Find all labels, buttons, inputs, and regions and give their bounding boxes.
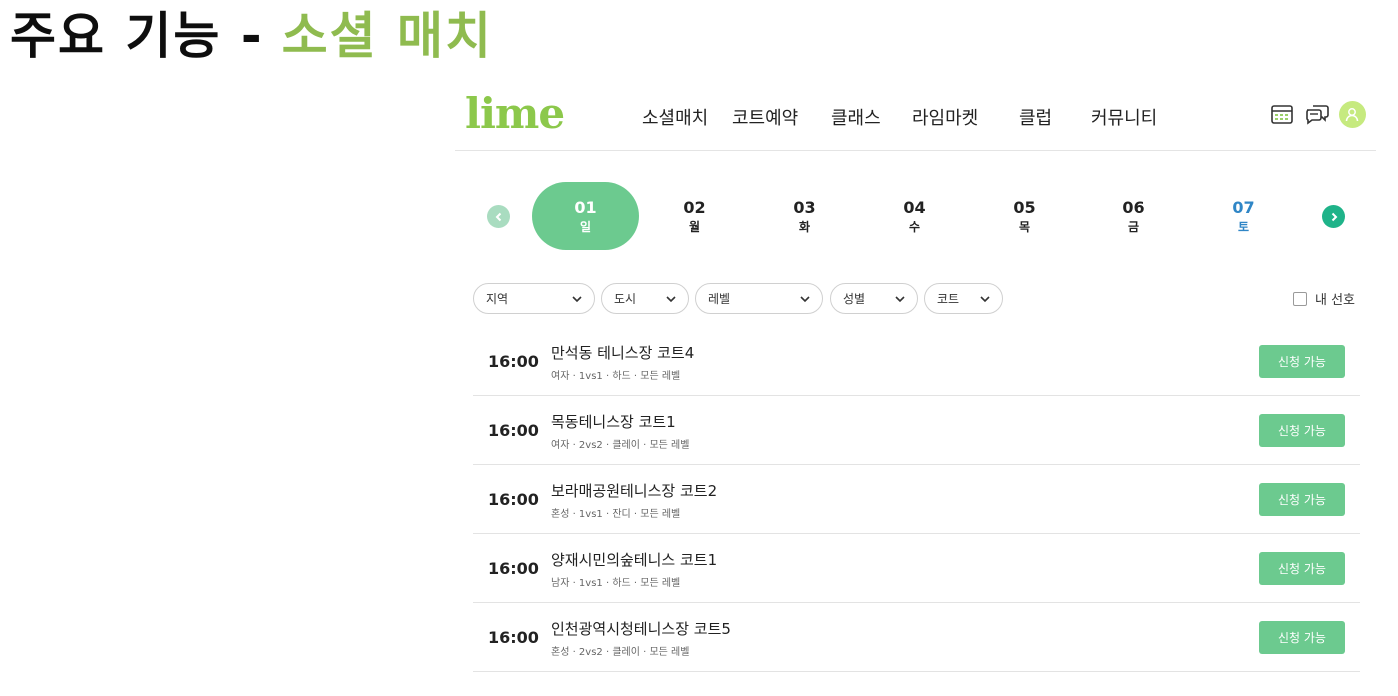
menu-club[interactable]: 클럽 (1019, 104, 1052, 130)
date-weekday: 목 (1018, 220, 1031, 234)
match-details: 남자 · 1vs1 · 하드 · 모든 레벨 (551, 578, 681, 589)
chevron-down-icon (980, 296, 990, 303)
court-name: 목동테니스장 코트1 (551, 413, 676, 431)
date-number: 07 (1232, 198, 1255, 217)
chevron-down-icon (666, 296, 676, 303)
chevron-down-icon (800, 296, 810, 303)
prev-week-button[interactable] (487, 205, 510, 228)
date-number: 03 (793, 198, 816, 217)
court-name: 보라매공원테니스장 코트2 (551, 482, 718, 500)
chevron-left-icon (495, 212, 501, 221)
date-selector: 01 일 02 월 03 화 04 수 05 목 06 금 07 토 (455, 182, 1376, 250)
headline-highlight: 소셜 매치 (281, 7, 493, 65)
date-number: 04 (903, 198, 926, 217)
filter-label: 도시 (614, 292, 637, 306)
chat-icon[interactable] (1303, 100, 1331, 128)
court-name: 양재시민의숲테니스 코트1 (551, 551, 718, 569)
top-nav: lime 소셜매치 코트예약 클래스 라임마켓 클럽 커뮤니티 (455, 80, 1376, 151)
menu-court-booking[interactable]: 코트예약 (732, 104, 798, 130)
filter-region[interactable]: 지역 (473, 283, 595, 314)
app-frame: lime 소셜매치 코트예약 클래스 라임마켓 클럽 커뮤니티 01 일 02 … (455, 80, 1376, 696)
filter-court[interactable]: 코트 (924, 283, 1003, 314)
court-name: 인천광역시청테니스장 코트5 (551, 620, 731, 638)
match-time: 16:00 (488, 352, 539, 371)
list-item[interactable]: 16:00 목동테니스장 코트1 여자 · 2vs2 · 클레이 · 모든 레벨… (473, 396, 1360, 465)
list-item[interactable]: 16:00 보라매공원테니스장 코트2 혼성 · 1vs1 · 잔디 · 모든 … (473, 465, 1360, 534)
match-details: 여자 · 1vs1 · 하드 · 모든 레벨 (551, 371, 681, 382)
apply-button[interactable]: 신청 가능 (1259, 345, 1345, 378)
date-number: 06 (1122, 198, 1145, 217)
match-details: 여자 · 2vs2 · 클레이 · 모든 레벨 (551, 440, 690, 451)
date-weekday: 일 (579, 220, 592, 234)
filter-label: 지역 (486, 292, 509, 306)
apply-button[interactable]: 신청 가능 (1259, 483, 1345, 516)
date-item-07[interactable]: 07 토 (1190, 182, 1297, 250)
court-name: 만석동 테니스장 코트4 (551, 344, 695, 362)
date-weekday: 화 (798, 220, 811, 234)
menu-community[interactable]: 커뮤니티 (1091, 104, 1157, 130)
date-number: 01 (574, 198, 597, 217)
preference-checkbox[interactable] (1292, 291, 1307, 306)
date-number: 05 (1013, 198, 1036, 217)
filter-city[interactable]: 도시 (601, 283, 689, 314)
match-list: 16:00 만석동 테니스장 코트4 여자 · 1vs1 · 하드 · 모든 레… (473, 327, 1360, 672)
match-time: 16:00 (488, 559, 539, 578)
chevron-right-icon (1331, 212, 1337, 221)
match-details: 혼성 · 1vs1 · 잔디 · 모든 레벨 (551, 509, 681, 520)
filter-level[interactable]: 레벨 (695, 283, 823, 314)
nav-icon-group (1261, 100, 1366, 128)
headline-prefix: 주요 기능 - (10, 7, 264, 65)
filter-label: 성별 (843, 292, 866, 306)
date-item-05[interactable]: 05 목 (971, 182, 1078, 250)
chevron-down-icon (572, 296, 582, 303)
avatar-icon[interactable] (1338, 100, 1366, 128)
date-item-04[interactable]: 04 수 (861, 182, 968, 250)
match-time: 16:00 (488, 421, 539, 440)
date-weekday: 금 (1127, 220, 1140, 234)
calendar-icon[interactable] (1268, 100, 1296, 128)
list-item[interactable]: 16:00 양재시민의숲테니스 코트1 남자 · 1vs1 · 하드 · 모든 … (473, 534, 1360, 603)
match-time: 16:00 (488, 628, 539, 647)
filter-gender[interactable]: 성별 (830, 283, 918, 314)
apply-button[interactable]: 신청 가능 (1259, 414, 1345, 447)
lime-logo[interactable]: lime (465, 89, 565, 138)
date-item-02[interactable]: 02 월 (641, 182, 748, 250)
chevron-down-icon (895, 296, 905, 303)
date-weekday: 수 (908, 220, 921, 234)
date-weekday: 월 (688, 220, 701, 234)
list-item[interactable]: 16:00 만석동 테니스장 코트4 여자 · 1vs1 · 하드 · 모든 레… (473, 327, 1360, 396)
page-headline: 주요 기능 - 소셜 매치 (10, 2, 493, 65)
date-item-01[interactable]: 01 일 (532, 182, 639, 250)
match-time: 16:00 (488, 490, 539, 509)
next-week-button[interactable] (1322, 205, 1345, 228)
preference-label: 내 선호 (1314, 293, 1355, 308)
date-number: 02 (683, 198, 706, 217)
filter-label: 코트 (937, 292, 960, 306)
filter-label: 레벨 (708, 292, 731, 306)
my-preference-toggle[interactable]: 내 선호 (1292, 289, 1355, 308)
date-item-03[interactable]: 03 화 (751, 182, 858, 250)
menu-social-match[interactable]: 소셜매치 (642, 104, 708, 130)
match-details: 혼성 · 2vs2 · 클레이 · 모든 레벨 (551, 647, 690, 658)
date-weekday: 토 (1237, 220, 1250, 234)
menu-lime-market[interactable]: 라임마켓 (912, 104, 978, 130)
apply-button[interactable]: 신청 가능 (1259, 621, 1345, 654)
menu-class[interactable]: 클래스 (831, 104, 881, 130)
date-item-06[interactable]: 06 금 (1080, 182, 1187, 250)
apply-button[interactable]: 신청 가능 (1259, 552, 1345, 585)
avatar (1338, 100, 1366, 128)
list-item[interactable]: 16:00 인천광역시청테니스장 코트5 혼성 · 2vs2 · 클레이 · 모… (473, 603, 1360, 672)
